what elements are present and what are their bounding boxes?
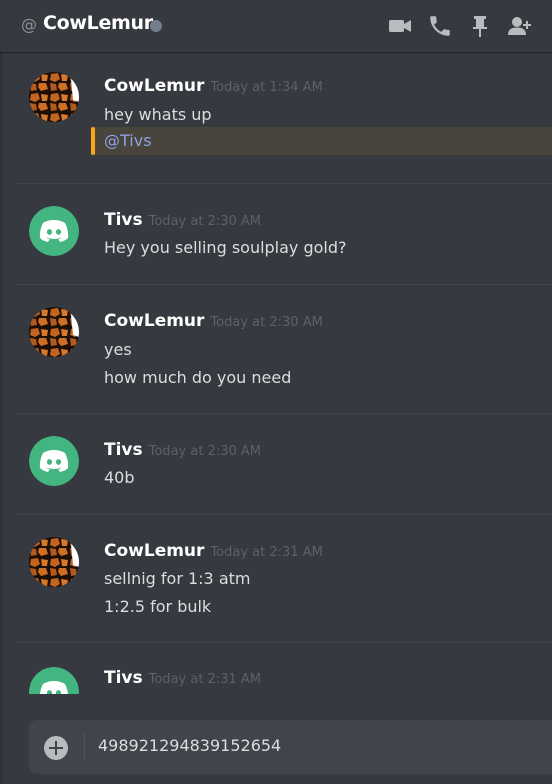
message-author[interactable]: Tivs Today at 2:30 AM (104, 210, 261, 230)
message-author[interactable]: CowLemur Today at 2:31 AM (104, 541, 323, 561)
message-text: hey whats up (104, 105, 212, 124)
message-divider (16, 413, 552, 414)
message-text: sellnig for 1:3 atm (104, 569, 251, 588)
status-indicator (150, 20, 162, 32)
mention-highlight: @Tivs (91, 127, 552, 155)
add-attachment-icon[interactable] (44, 736, 68, 760)
message-divider (16, 514, 552, 515)
message-timestamp: Today at 2:30 AM (210, 315, 323, 330)
avatar[interactable] (29, 206, 79, 256)
message-text: 40b (104, 468, 135, 487)
window-edge (0, 52, 2, 784)
message-divider (16, 642, 552, 643)
user-mention[interactable]: @Tivs (104, 131, 152, 150)
message-timestamp: Today at 2:30 AM (148, 214, 261, 229)
avatar[interactable] (29, 307, 79, 357)
message-text: 1:2.5 for bulk (104, 597, 212, 616)
message-timestamp: Today at 2:30 AM (148, 444, 261, 459)
message-text: how much do you need (104, 368, 292, 387)
avatar[interactable] (29, 436, 79, 486)
dm-recipient-name[interactable]: CowLemur (43, 12, 153, 34)
message-composer (29, 720, 552, 774)
voice-call-icon[interactable] (427, 13, 453, 39)
add-friend-icon[interactable] (507, 13, 533, 39)
message-author[interactable]: Tivs Today at 2:31 AM (104, 668, 261, 688)
channel-header: @ CowLemur (0, 0, 552, 52)
avatar[interactable] (29, 537, 79, 587)
pin-icon[interactable] (467, 13, 493, 39)
message-text: Hey you selling soulplay gold? (104, 238, 347, 257)
message-timestamp: Today at 2:31 AM (148, 672, 261, 687)
message-author[interactable]: CowLemur Today at 2:30 AM (104, 311, 323, 331)
at-symbol: @ (21, 15, 37, 34)
message-divider (16, 183, 552, 184)
message-author[interactable]: Tivs Today at 2:30 AM (104, 440, 261, 460)
message-text: yes (104, 340, 132, 359)
message-list[interactable]: CowLemur Today at 1:34 AM hey whats up @T… (0, 52, 552, 694)
video-call-icon[interactable] (387, 13, 413, 39)
message-input[interactable] (98, 736, 538, 755)
message-timestamp: Today at 1:34 AM (210, 80, 323, 95)
mention-bar (91, 127, 95, 155)
avatar[interactable] (29, 667, 79, 694)
message-divider (16, 284, 552, 285)
avatar[interactable] (29, 72, 79, 122)
message-timestamp: Today at 2:31 AM (210, 545, 323, 560)
composer-separator (84, 732, 85, 762)
message-author[interactable]: CowLemur Today at 1:34 AM (104, 76, 323, 96)
